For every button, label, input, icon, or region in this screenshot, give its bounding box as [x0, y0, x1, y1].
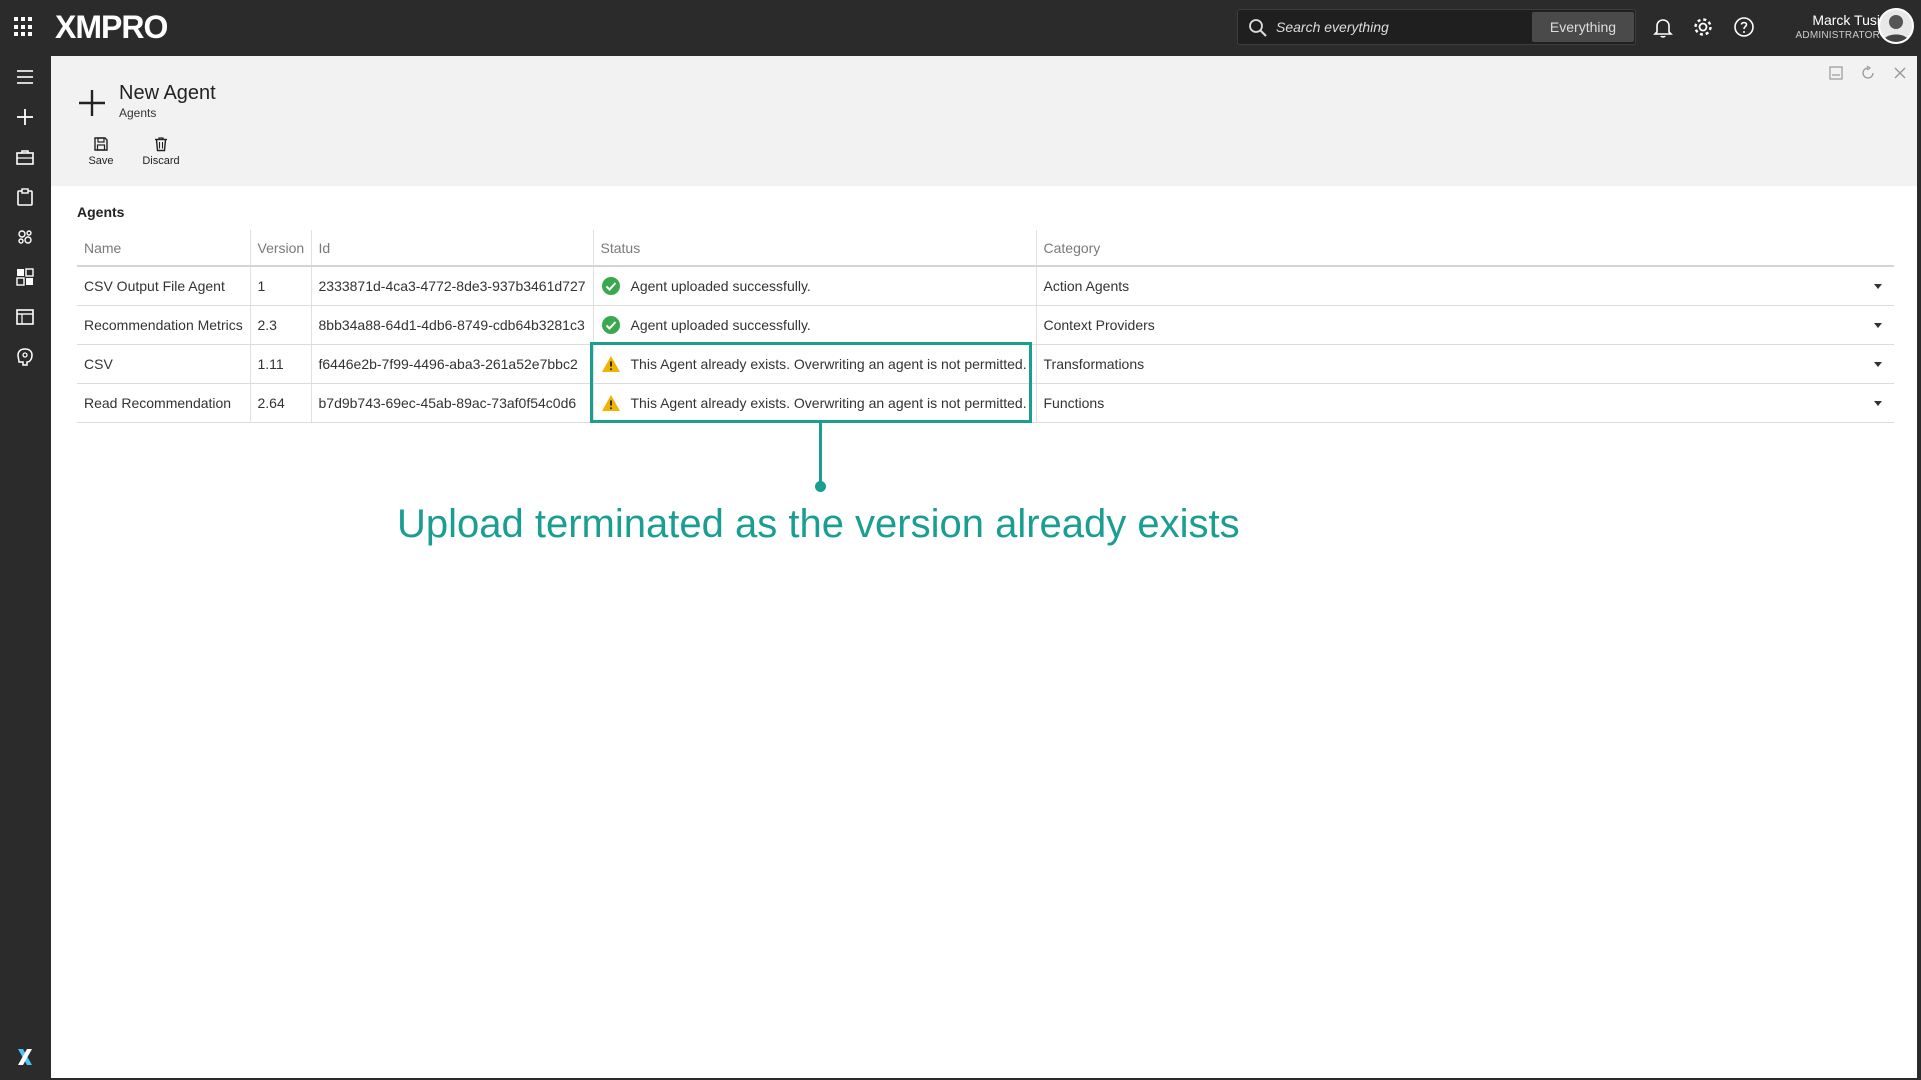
agent-version: 2.64	[249, 383, 311, 423]
category-dropdown[interactable]: Context Providers	[1035, 305, 1894, 345]
global-search: Everything	[1237, 9, 1636, 45]
status-cell: Agent uploaded successfully.	[592, 266, 1036, 306]
sidebar	[0, 55, 50, 1080]
chevron-down-icon[interactable]	[1874, 400, 1882, 406]
agent-id: b7d9b743-69ec-45ab-89ac-73af0f54c0d6	[310, 383, 593, 423]
save-icon	[94, 137, 108, 151]
category-value: Transformations	[1043, 355, 1145, 372]
agent-name: CSV	[77, 344, 250, 384]
table-row[interactable]: CSV Output File Agent 1 2333871d-4ca3-47…	[77, 266, 1894, 306]
search-icon[interactable]	[1248, 18, 1268, 38]
agents-icon[interactable]	[13, 225, 37, 249]
discard-label: Discard	[142, 155, 180, 167]
column-header-name[interactable]: Name	[77, 230, 250, 267]
add-icon[interactable]	[13, 105, 37, 129]
refresh-icon[interactable]	[1859, 64, 1877, 82]
success-check-icon	[601, 315, 620, 334]
success-check-icon	[601, 276, 620, 295]
category-value: Functions	[1043, 394, 1105, 411]
agent-id: 8bb34a88-64d1-4db6-8749-cdb64b3281c3	[310, 305, 593, 345]
clipboard-icon[interactable]	[13, 185, 37, 209]
agent-version: 1.11	[249, 344, 311, 384]
table-header-row: Name Version Id Status Category	[77, 230, 1894, 267]
chevron-down-icon[interactable]	[1874, 361, 1882, 367]
annotation-text: Upload terminated as the version already…	[397, 502, 1240, 546]
agent-id: f6446e2b-7f99-4496-aba3-261a52e7bbc2	[310, 344, 593, 384]
agent-name: CSV Output File Agent	[77, 266, 250, 306]
column-header-category[interactable]: Category	[1035, 230, 1894, 267]
column-header-version[interactable]: Version	[249, 230, 311, 267]
calendar-icon[interactable]	[13, 305, 37, 329]
help-icon[interactable]	[1732, 15, 1756, 39]
agent-version: 1	[249, 266, 311, 306]
column-header-status[interactable]: Status	[592, 230, 1036, 267]
save-button[interactable]: Save	[76, 136, 126, 178]
annotation-highlight-box	[590, 342, 1032, 423]
brain-icon[interactable]	[13, 345, 37, 369]
annotation-callout-line	[819, 423, 822, 485]
search-input[interactable]	[1276, 10, 1516, 44]
main-panel: New Agent Agents Save Discard Agents Nam…	[51, 56, 1917, 1078]
user-name[interactable]: Marck Tusi	[1760, 12, 1880, 28]
agent-id: 2333871d-4ca3-4772-8de3-937b3461d727	[310, 266, 593, 306]
xmpro-logo[interactable]: XMPRO	[55, 8, 168, 46]
bell-icon[interactable]	[1651, 15, 1675, 39]
status-cell: Agent uploaded successfully.	[592, 305, 1036, 345]
top-bar: XMPRO Everything Marck Tusi ADMINISTRATO…	[0, 0, 1921, 55]
page-header: New Agent Agents Save Discard	[51, 56, 1917, 186]
new-item-icon	[79, 90, 105, 116]
gear-icon[interactable]	[1691, 15, 1715, 39]
column-header-id[interactable]: Id	[310, 230, 593, 267]
status-text: Agent uploaded successfully.	[630, 316, 811, 333]
annotation-callout-dot	[815, 481, 826, 492]
agent-version: 2.3	[249, 305, 311, 345]
section-title: Agents	[77, 204, 125, 220]
status-text: Agent uploaded successfully.	[630, 277, 811, 294]
agent-name: Recommendation Metrics	[77, 305, 250, 345]
category-value: Context Providers	[1043, 316, 1155, 333]
close-icon[interactable]	[1891, 64, 1909, 82]
category-dropdown[interactable]: Transformations	[1035, 344, 1894, 384]
table-row[interactable]: Recommendation Metrics 2.3 8bb34a88-64d1…	[77, 305, 1894, 345]
avatar[interactable]	[1878, 8, 1914, 44]
user-role: ADMINISTRATOR	[1795, 30, 1880, 41]
category-dropdown[interactable]: Functions	[1035, 383, 1894, 423]
save-label: Save	[88, 155, 114, 167]
page-title: New Agent	[119, 82, 216, 104]
minimize-icon[interactable]	[1827, 64, 1845, 82]
app-launcher-icon[interactable]	[14, 17, 34, 37]
chevron-down-icon[interactable]	[1874, 322, 1882, 328]
discard-button[interactable]: Discard	[136, 136, 186, 178]
category-dropdown[interactable]: Action Agents	[1035, 266, 1894, 306]
menu-icon[interactable]	[13, 65, 37, 89]
dashboard-icon[interactable]	[13, 265, 37, 289]
trash-icon	[155, 137, 167, 152]
breadcrumb[interactable]: Agents	[119, 106, 156, 120]
search-scope-button[interactable]: Everything	[1532, 12, 1634, 42]
briefcase-icon[interactable]	[13, 145, 37, 169]
agent-name: Read Recommendation	[77, 383, 250, 423]
category-value: Action Agents	[1043, 277, 1130, 294]
chevron-down-icon[interactable]	[1874, 284, 1882, 289]
xmpro-x-icon[interactable]	[13, 1045, 37, 1069]
